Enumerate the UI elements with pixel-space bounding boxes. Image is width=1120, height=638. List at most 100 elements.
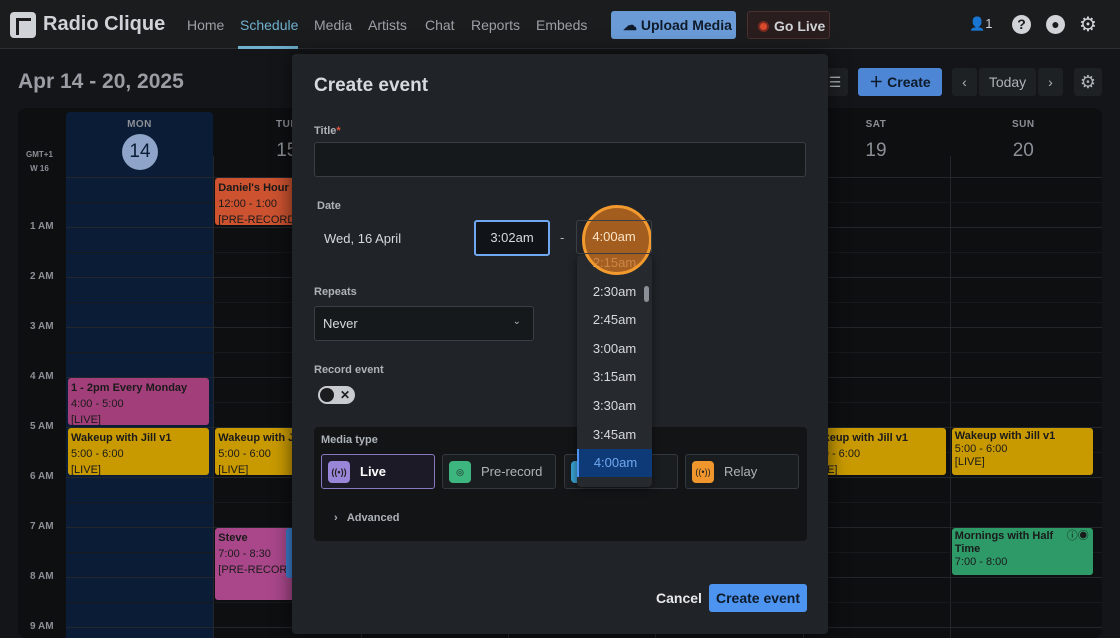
broadcast-icon: ((•)) (328, 461, 350, 483)
title-label: Title* (314, 125, 341, 137)
x-icon: ✕ (339, 388, 350, 402)
time-option[interactable]: 4:00am (577, 449, 652, 478)
calendar-event[interactable]: 1 - 2pm Every Monday 4:00 - 5:00 [LIVE] (68, 378, 209, 425)
go-live-button[interactable]: Go Live (747, 11, 830, 39)
upload-media-button[interactable]: ☁ Upload Media (611, 11, 736, 39)
hour-label: 8 AM (30, 571, 54, 582)
title-input[interactable] (314, 142, 806, 177)
cloud-upload-icon: ☁ (623, 17, 641, 33)
nav-media[interactable]: Media (314, 17, 352, 33)
day-name: SUN (1011, 119, 1035, 130)
logo-icon (10, 12, 36, 38)
advanced-label: Advanced (346, 512, 400, 524)
today-button[interactable]: Today (979, 68, 1036, 96)
title-label-text: Title (314, 125, 337, 137)
nav-artists[interactable]: Artists (368, 17, 407, 33)
calendar-settings-icon[interactable]: ⚙ (1074, 68, 1102, 96)
day-name: MON (127, 119, 152, 130)
scrollbar[interactable] (644, 286, 649, 302)
event-type: [LIVE] (954, 456, 985, 468)
status-icons: ⓘ◉ (1066, 530, 1089, 542)
end-time-dropdown[interactable]: 4:00am 3:45am 3:30am 3:15am 3:00am 2:45am 2:30… (577, 255, 652, 487)
repeats-label: Repeats (314, 286, 357, 298)
repeats-select[interactable]: Never ⌄ (314, 306, 534, 341)
hour-label: 9 AM (30, 621, 54, 632)
event-type: [LIVE] (71, 414, 101, 425)
chevron-down-icon: ⌄ (512, 316, 521, 327)
hour-label: 7 AM (30, 521, 54, 532)
page-title: Apr 14 - 20, 2025 (18, 70, 184, 93)
media-prerecord-option[interactable]: ◎ Pre-record (442, 454, 556, 489)
cancel-button[interactable]: Cancel (656, 590, 702, 606)
relay-icon: ((•)) (692, 461, 714, 483)
brand-name: Radio Clique (43, 13, 166, 35)
create-event-dialog: Create event Title* Date Wed, 16 April 3… (292, 54, 828, 634)
media-live-option[interactable]: ((•)) Live (321, 454, 435, 489)
calendar-event[interactable]: Wakeup with Jill v15:00 - 6:00[LIVE] (951, 428, 1093, 475)
timezone-label: GMT+1 W 16 (26, 148, 53, 176)
record-toggle[interactable]: ✕ (318, 386, 355, 404)
time-separator: - (560, 230, 565, 245)
prev-week-button[interactable]: ‹ (952, 68, 977, 96)
today-date-badge[interactable]: 14 (122, 134, 158, 170)
time-option[interactable]: 3:45am (577, 421, 652, 449)
create-event-button[interactable]: Create event (709, 584, 807, 612)
upload-label: Upload Media (640, 17, 732, 33)
media-relay-option[interactable]: ((•)) Relay (685, 454, 799, 489)
event-title: 1 - 2pm Every Monday (71, 382, 188, 394)
hour-label: 3 AM (30, 321, 54, 332)
active-tab-indicator (238, 46, 298, 49)
dialog-title: Create event (314, 75, 429, 96)
record-dot-icon (758, 21, 769, 32)
listeners-number: 1 (985, 16, 993, 31)
event-title: Wakeup with Jill v1 (954, 430, 1056, 442)
create-button[interactable]: ＋ Create (858, 68, 942, 96)
top-nav: Radio Clique Home Schedule Media Artists… (0, 0, 1120, 49)
media-prerecord-label: Pre-record (481, 464, 543, 479)
nav-reports[interactable]: Reports (471, 17, 520, 33)
listeners-count[interactable]: 👤1 (969, 16, 992, 32)
media-relay-label: Relay (724, 464, 758, 479)
event-type: [LIVE] (71, 464, 101, 475)
user-icon: 👤 (969, 16, 986, 31)
week-number: W 16 (30, 164, 49, 173)
required-marker: * (336, 125, 341, 137)
nav-schedule[interactable]: Schedule (240, 17, 298, 33)
repeats-value: Never (323, 316, 358, 331)
event-time: 5:00 - 6:00 (71, 448, 124, 460)
nav-home[interactable]: Home (187, 17, 224, 33)
nav-embeds[interactable]: Embeds (536, 17, 587, 33)
time-option[interactable]: 2:45am (577, 306, 652, 334)
time-option[interactable]: 3:00am (577, 335, 652, 363)
next-week-button[interactable]: › (1038, 68, 1063, 96)
nav-chat[interactable]: Chat (425, 17, 455, 33)
date-field[interactable]: Wed, 16 April (324, 231, 401, 246)
settings-gear-icon[interactable]: ⚙ (1079, 12, 1097, 37)
event-title: Wakeup with Jill v1 (71, 432, 172, 444)
disc-icon: ◎ (449, 461, 471, 483)
day-divider (213, 156, 215, 638)
record-label: Record event (314, 364, 384, 376)
hour-label: 5 AM (30, 421, 54, 432)
day-divider (949, 156, 951, 638)
media-live-label: Live (360, 464, 387, 479)
event-title: Mornings with Half Time (954, 530, 1054, 555)
time-option[interactable]: 3:30am (577, 392, 652, 420)
advanced-toggle[interactable]: › Advanced (334, 512, 399, 524)
time-option[interactable]: 2:30am (577, 278, 652, 306)
hour-label: 4 AM (30, 371, 54, 382)
help-icon[interactable]: ? (1012, 15, 1031, 34)
go-live-label: Go Live (774, 18, 826, 34)
account-icon[interactable]: ● (1046, 15, 1065, 34)
media-type-section: Media type ((•)) Live ◎ Pre-record ((•)) Re… (314, 427, 807, 541)
chevron-right-icon: › (334, 512, 347, 524)
end-time-input[interactable]: 4:00am (576, 220, 652, 254)
day-number[interactable]: 20 (950, 140, 1097, 162)
start-time-input[interactable]: 3:02am (474, 220, 550, 256)
media-type-label: Media type (321, 434, 378, 446)
date-label: Date (317, 200, 341, 212)
calendar-event[interactable]: Wakeup with Jill v1 5:00 - 6:00 [LIVE] (68, 428, 209, 475)
time-option[interactable]: 3:15am (577, 363, 652, 391)
hour-label: 2 AM (30, 271, 54, 282)
calendar-event[interactable]: Mornings with Half Time 7:00 - 8:00 ⓘ◉ (951, 528, 1093, 575)
